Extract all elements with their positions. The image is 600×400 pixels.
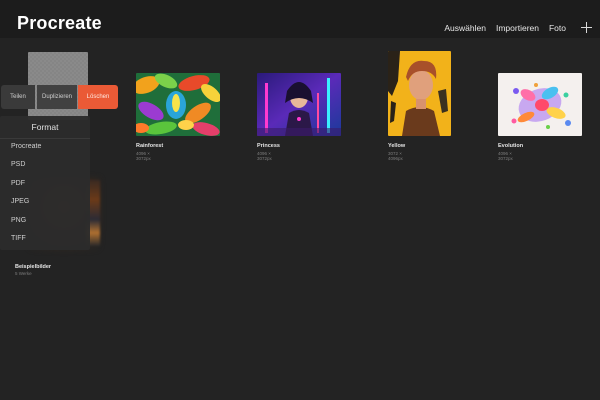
stack-count: 5 Werke: [15, 271, 32, 276]
import-button[interactable]: Importieren: [496, 23, 539, 33]
plus-icon[interactable]: [581, 22, 592, 33]
artwork-thumbnail-rainforest[interactable]: [136, 73, 220, 136]
export-format-menu: Format Procreate PSD PDF JPEG PNG TIFF: [0, 116, 90, 250]
artwork-title: Yellow: [388, 143, 406, 149]
format-option-psd[interactable]: PSD: [11, 161, 25, 168]
artwork-thumbnail-princess[interactable]: [257, 73, 341, 136]
delete-button[interactable]: Löschen: [78, 85, 118, 109]
artwork-action-bar: Teilen Duplizieren Löschen: [1, 85, 118, 109]
format-option-procreate[interactable]: Procreate: [11, 143, 41, 150]
artwork-title: Princess: [257, 143, 280, 149]
artwork-size: 4096 × 3072px: [136, 151, 151, 161]
format-menu-divider: [0, 138, 90, 139]
select-button[interactable]: Auswählen: [444, 23, 486, 33]
format-option-pdf[interactable]: PDF: [11, 180, 25, 187]
artwork-size: 4096 × 3072px: [498, 151, 513, 161]
app-title: Procreate: [17, 13, 102, 33]
artwork-title: Rainforest: [136, 143, 164, 149]
photo-button[interactable]: Foto: [549, 23, 566, 33]
artwork-thumbnail-yellow[interactable]: [388, 51, 451, 136]
artwork-title: Evolution: [498, 143, 524, 149]
format-option-png[interactable]: PNG: [11, 217, 26, 224]
artwork-thumbnail-evolution[interactable]: [498, 73, 582, 136]
stack-title: Beispielbilder: [15, 264, 52, 270]
artwork-size: 4096 × 3072px: [257, 151, 272, 161]
top-nav: Auswählen Importieren Foto: [444, 23, 566, 33]
format-option-tiff[interactable]: TIFF: [11, 235, 26, 242]
artwork-size: 3072 × 4096px: [388, 151, 403, 161]
duplicate-button[interactable]: Duplizieren: [37, 85, 77, 109]
format-menu-title: Format: [31, 122, 59, 132]
share-button[interactable]: Teilen: [1, 85, 35, 109]
format-option-jpeg[interactable]: JPEG: [11, 198, 29, 205]
